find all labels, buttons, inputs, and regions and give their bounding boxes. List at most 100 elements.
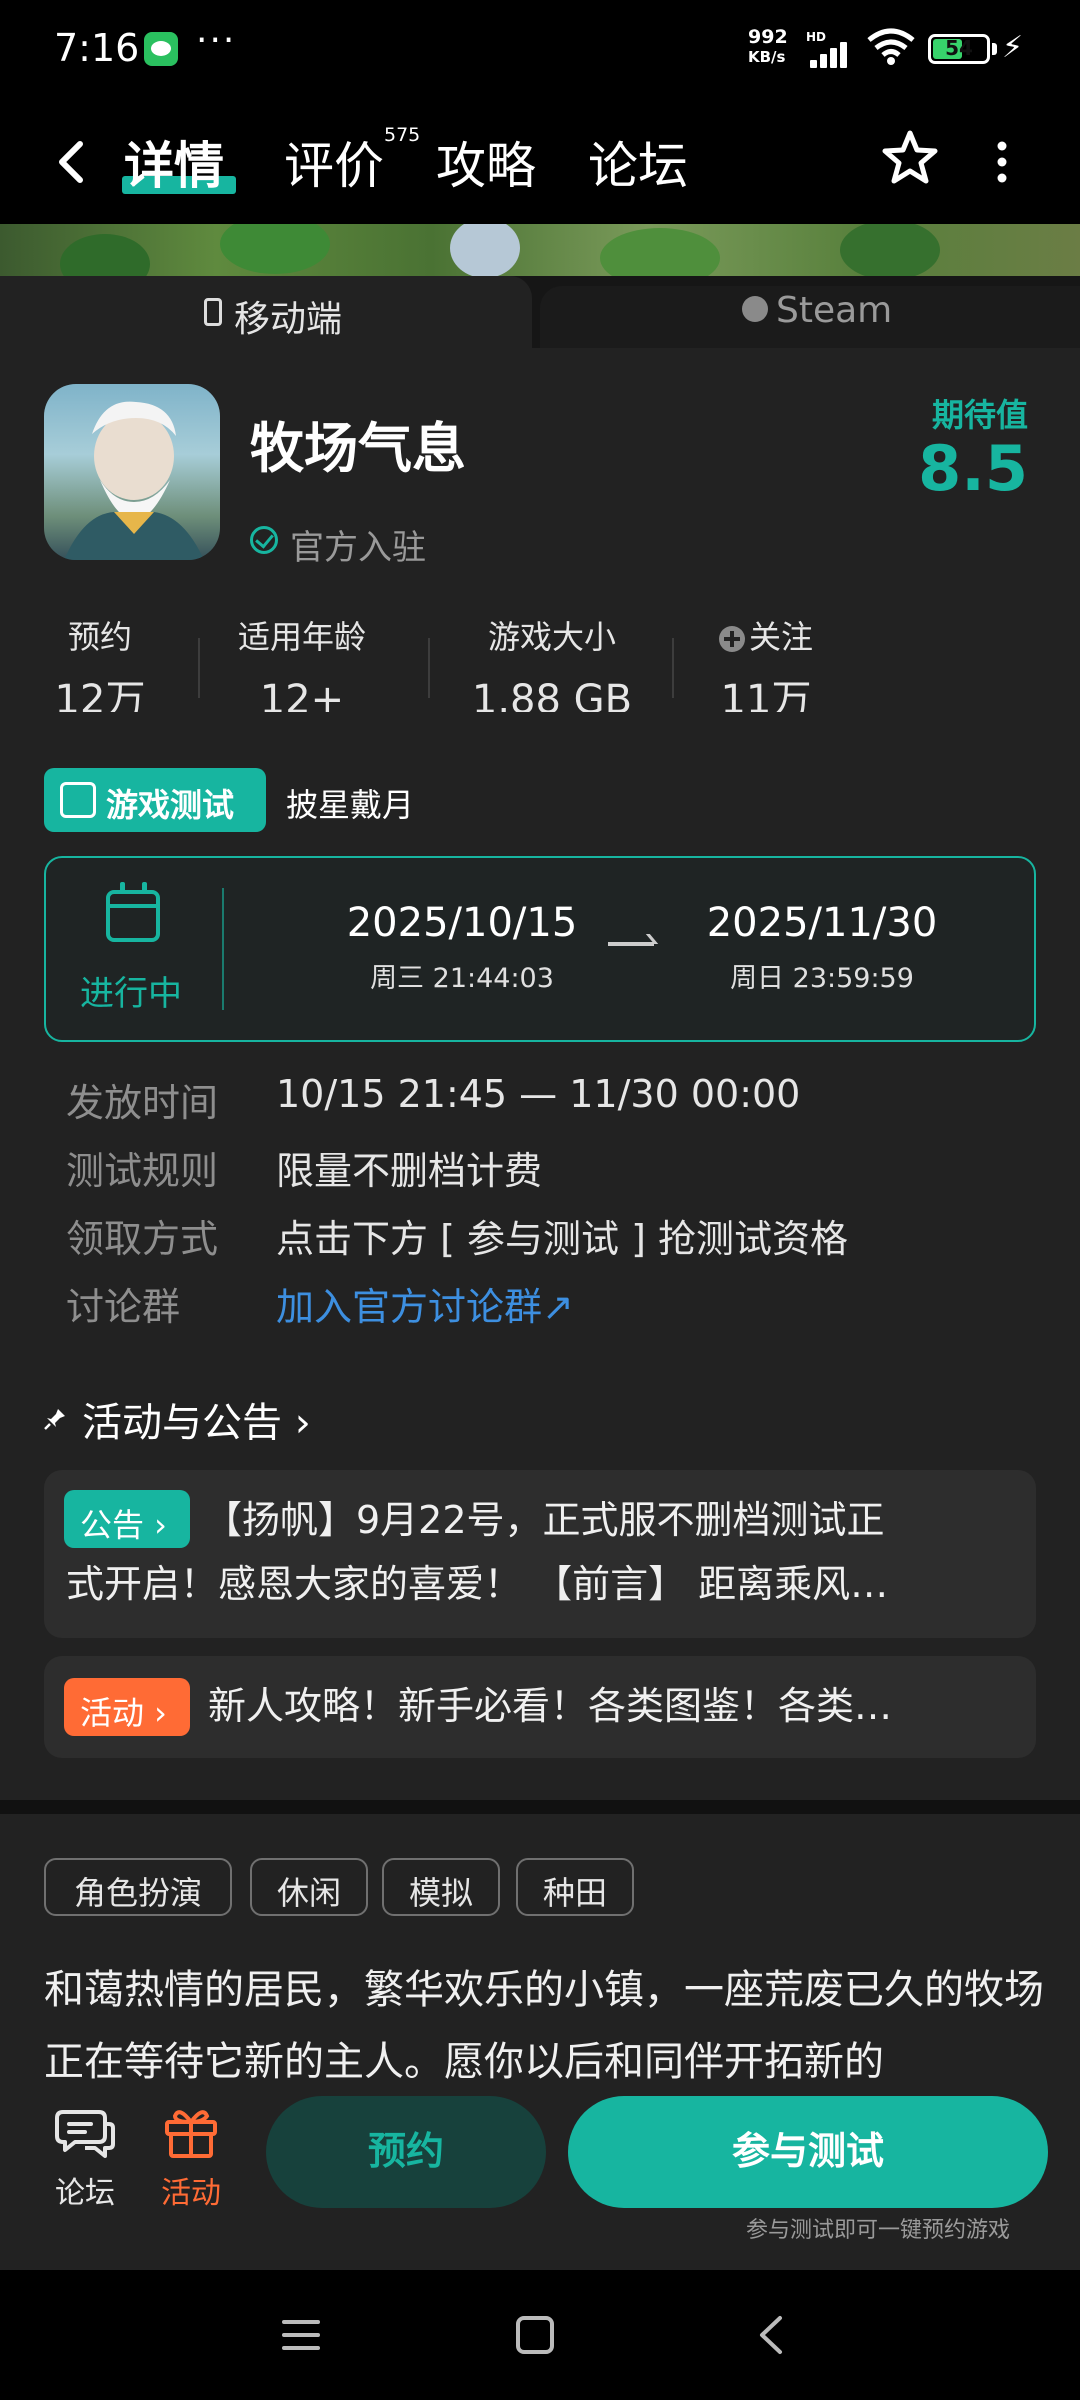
- event-card[interactable]: 活动 › 新人攻略！新手必看！各类图鉴！各类…: [44, 1656, 1036, 1758]
- info-value: 10/15 21:45 — 11/30 00:00: [276, 1072, 801, 1116]
- stat-value: 12+: [259, 677, 345, 712]
- more-options-icon[interactable]: [992, 140, 1012, 184]
- join-discussion-group-link[interactable]: 加入官方讨论群↗: [276, 1276, 574, 1331]
- date-range-arrow-icon: [608, 942, 654, 946]
- section-divider: [0, 1800, 1080, 1814]
- phone-icon: [204, 298, 222, 326]
- wechat-notification-icon: [144, 32, 178, 66]
- test-end: 2025/11/30 周日 23:59:59: [672, 900, 972, 995]
- wifi-icon: [867, 28, 915, 65]
- test-schedule-card: 进行中 2025/10/15 周三 21:44:03 2025/11/30 周日…: [44, 856, 1036, 1042]
- top-navigation: 详情 评价 575 攻略 论坛: [0, 100, 1080, 224]
- tab-reviews[interactable]: 评价: [284, 126, 384, 198]
- info-key: 发放时间: [66, 1081, 219, 1125]
- network-speed-unit: KB/s: [748, 48, 786, 66]
- expectation-score: 8.5: [918, 432, 1028, 505]
- stat-label: 游戏大小: [487, 618, 616, 656]
- stat-game-size: 游戏大小 1.88 GB: [442, 612, 662, 712]
- game-app-icon: [44, 384, 220, 560]
- more-notifications-icon: ···: [196, 20, 237, 61]
- game-test-badge: 游戏测试: [44, 768, 266, 832]
- charging-icon: ⚡: [1002, 30, 1024, 65]
- tab-guides[interactable]: 攻略: [436, 126, 536, 198]
- activity-label: 活动: [161, 2176, 221, 2211]
- stat-age-rating: 适用年龄 12+: [202, 612, 402, 712]
- info-key: 测试规则: [66, 1149, 219, 1193]
- genre-tag[interactable]: 种田: [516, 1858, 634, 1916]
- signal-icon: [806, 38, 854, 68]
- stat-reservations: 预约 12万: [0, 612, 200, 712]
- platform-tabs: 移动端 Steam: [0, 276, 1080, 348]
- platform-mobile-label: 移动端: [234, 299, 343, 340]
- genre-tag[interactable]: 角色扮演: [44, 1858, 232, 1916]
- tab-details[interactable]: 详情: [124, 126, 224, 198]
- tab-forum[interactable]: 论坛: [588, 126, 688, 198]
- activities-section-title[interactable]: 活动与公告 ›: [82, 1390, 311, 1448]
- platform-tab-mobile[interactable]: 移动端: [0, 276, 532, 348]
- start-time: 周三 21:44:03: [370, 963, 554, 994]
- favorite-star-icon[interactable]: [880, 128, 940, 188]
- game-title: 牧场气息: [250, 417, 466, 480]
- network-speed: 992 KB/s: [748, 28, 788, 67]
- reserve-button[interactable]: 预约: [266, 2096, 546, 2208]
- bottom-action-bar: 论坛 活动 预约 参与测试 参与测试即可一键预约游戏: [0, 2080, 1080, 2270]
- test-status: 进行中: [80, 974, 182, 1014]
- info-key: 讨论群: [66, 1285, 181, 1329]
- test-icon: [60, 782, 96, 818]
- home-icon[interactable]: [516, 2316, 554, 2354]
- gift-icon: [165, 2110, 217, 2158]
- test-name: 披星戴月: [286, 786, 415, 824]
- forum-label: 论坛: [55, 2176, 115, 2211]
- event-tag: 活动 ›: [64, 1678, 190, 1736]
- back-arrow-icon[interactable]: [52, 138, 92, 186]
- join-test-button[interactable]: 参与测试: [568, 2096, 1048, 2208]
- pin-icon: [44, 1409, 65, 1430]
- game-stats: 预约 12万 适用年龄 12+ 游戏大小 1.88 GB 关注 11万: [44, 612, 1036, 712]
- stat-value: 11万: [720, 677, 812, 712]
- system-back-icon[interactable]: [752, 2314, 792, 2356]
- stat-value: 1.88 GB: [471, 677, 633, 712]
- battery-icon: 54: [928, 34, 990, 64]
- description-section: 角色扮演 休闲 模拟 种田 和蔼热情的居民，繁华欢乐的小镇，一座荒废已久的牧场正…: [0, 1814, 1080, 2080]
- activity-button[interactable]: 活动: [146, 2104, 236, 2212]
- start-date: 2025/10/15: [346, 900, 578, 946]
- announcement-card[interactable]: 公告 › 【扬帆】9月22号，正式服不删档测试正 式开启！感恩大家的喜爱！ 【前…: [44, 1470, 1036, 1638]
- genre-tag[interactable]: 休闲: [250, 1858, 368, 1916]
- calendar-icon: [106, 882, 160, 942]
- join-test-hint: 参与测试即可一键预约游戏: [746, 2218, 1011, 2243]
- announcement-line-1: 【扬帆】9月22号，正式服不删档测试正: [204, 1498, 885, 1542]
- test-badge-label: 游戏测试: [106, 786, 235, 824]
- info-key: 领取方式: [66, 1217, 219, 1261]
- event-text: 新人攻略！新手必看！各类图鉴！各类…: [208, 1684, 893, 1728]
- battery-level: 54: [945, 36, 973, 60]
- game-description: 和蔼热情的居民，繁华欢乐的小镇，一座荒废已久的牧场正在等待它新的主人。愿你以后和…: [44, 1967, 1044, 2080]
- status-bar: 7:16 ··· 992 KB/s HD 54 ⚡: [0, 0, 1080, 100]
- verified-label: 官方入驻: [290, 528, 426, 568]
- game-detail-content: 牧场气息 官方入驻 期待值 8.5 预约 12万 适用年龄 12+ 游戏大小 1…: [0, 348, 1080, 1800]
- forum-button[interactable]: 论坛: [40, 2104, 130, 2212]
- follow-plus-icon: [718, 626, 745, 652]
- end-date: 2025/11/30: [706, 900, 938, 946]
- expectation-label: 期待值: [931, 396, 1028, 434]
- forum-chat-icon: [55, 2110, 115, 2158]
- status-time: 7:16: [54, 26, 140, 70]
- verified-check-icon: [250, 526, 278, 554]
- stat-label: 预约: [67, 618, 132, 656]
- announcement-tag: 公告 ›: [64, 1490, 190, 1548]
- info-value: 点击下方 [ 参与测试 ] 抢测试资格: [276, 1217, 848, 1261]
- reviews-count-badge: 575: [384, 124, 421, 146]
- stat-label-follow: 关注: [666, 612, 866, 658]
- genre-tag[interactable]: 模拟: [382, 1858, 500, 1916]
- platform-steam-label: Steam: [776, 290, 893, 331]
- info-value: 限量不删档计费: [276, 1149, 543, 1193]
- stat-label-text: 关注: [748, 618, 813, 656]
- steam-icon: [742, 296, 768, 322]
- stat-value: 12万: [54, 677, 146, 712]
- system-navigation-bar: [0, 2270, 1080, 2400]
- network-speed-value: 992: [748, 26, 788, 48]
- recent-apps-icon[interactable]: [282, 2318, 320, 2352]
- game-banner-image: [0, 224, 1080, 276]
- test-start: 2025/10/15 周三 21:44:03: [312, 900, 612, 995]
- stat-label: 适用年龄: [237, 618, 366, 656]
- stat-followers[interactable]: 关注 11万: [666, 612, 866, 712]
